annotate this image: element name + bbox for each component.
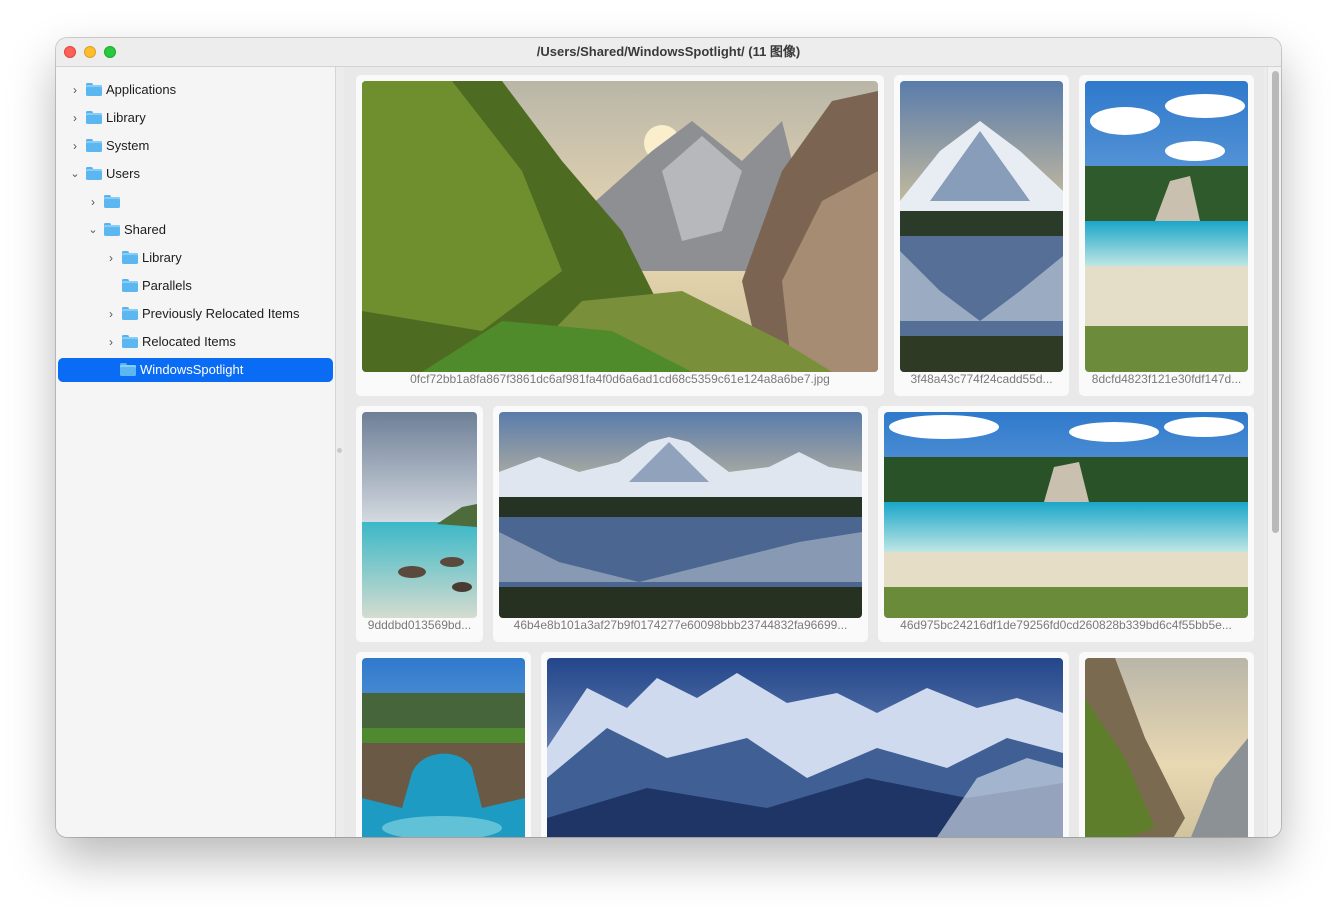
tree-item-shared[interactable]: ⌄ Shared: [58, 218, 333, 242]
tree-item-label: Parallels: [142, 278, 192, 293]
tree-item-previously-relocated[interactable]: › Previously Relocated Items: [58, 302, 333, 326]
tree-item-user-home[interactable]: ›: [58, 190, 333, 214]
tree-item-label: Library: [142, 250, 182, 265]
image-tile[interactable]: 8dcfd4823f121e30fdf147d...: [1079, 75, 1254, 396]
tree-item-label: Relocated Items: [142, 334, 236, 349]
image-tile[interactable]: [1079, 652, 1254, 837]
image-tile[interactable]: [356, 652, 531, 837]
image-tile[interactable]: 3f48a43c774f24cadd55d...: [894, 75, 1069, 396]
image-filename: 46b4e8b101a3af27b9f0174277e60098bbb23744…: [513, 618, 848, 632]
image-thumbnail[interactable]: [499, 412, 862, 618]
image-thumbnail[interactable]: [900, 81, 1063, 372]
folder-icon: [120, 363, 136, 376]
image-thumbnail[interactable]: [547, 658, 1063, 837]
folder-tree-sidebar: › Applications › Library › System ⌄ User…: [56, 67, 336, 837]
folder-icon: [122, 307, 138, 320]
folder-icon: [86, 167, 102, 180]
image-filename: 9dddbd013569bd...: [367, 618, 472, 632]
chevron-down-icon[interactable]: ⌄: [86, 218, 100, 242]
window-title: /Users/Shared/WindowsSpotlight/ (11 图像): [536, 44, 801, 59]
tree-item-label: WindowsSpotlight: [140, 362, 244, 377]
folder-icon: [104, 195, 120, 208]
tree-item-label: Applications: [106, 82, 177, 97]
image-thumbnail[interactable]: [884, 412, 1248, 618]
tree-item-parallels[interactable]: Parallels: [58, 274, 333, 298]
image-tile[interactable]: [541, 652, 1069, 837]
image-filename: 0fcf72bb1a8fa867f3861dc6af981fa4f0d6a6ad…: [410, 372, 830, 386]
folder-icon: [122, 251, 138, 264]
tree-item-label: Shared: [124, 222, 166, 237]
folder-icon: [86, 111, 102, 124]
scrollbar-thumb[interactable]: [1272, 71, 1279, 533]
chevron-right-icon[interactable]: ›: [104, 330, 118, 354]
tree-item-applications[interactable]: › Applications: [58, 78, 333, 102]
image-tile[interactable]: 0fcf72bb1a8fa867f3861dc6af981fa4f0d6a6ad…: [356, 75, 884, 396]
image-thumbnail[interactable]: [362, 412, 477, 618]
image-thumbnail[interactable]: [362, 81, 878, 372]
tree-item-label: Previously Relocated Items: [142, 306, 300, 321]
chevron-right-icon[interactable]: ›: [104, 246, 118, 270]
folder-icon: [104, 223, 120, 236]
gallery-scrollbar[interactable]: [1267, 67, 1281, 837]
image-thumbnail[interactable]: [1085, 658, 1248, 837]
folder-icon: [86, 139, 102, 152]
tree-item-shared-library[interactable]: › Library: [58, 246, 333, 270]
folder-icon: [122, 279, 138, 292]
chevron-right-icon[interactable]: ›: [68, 106, 82, 130]
chevron-right-icon[interactable]: ›: [104, 302, 118, 326]
tree-item-users[interactable]: ⌄ Users: [58, 162, 333, 186]
chevron-right-icon[interactable]: ›: [68, 134, 82, 158]
tree-item-relocated[interactable]: › Relocated Items: [58, 330, 333, 354]
image-filename: 8dcfd4823f121e30fdf147d...: [1091, 372, 1242, 386]
image-gallery[interactable]: 0fcf72bb1a8fa867f3861dc6af981fa4f0d6a6ad…: [344, 67, 1264, 837]
tree-item-windowsspotlight[interactable]: WindowsSpotlight: [58, 358, 333, 382]
chevron-right-icon[interactable]: ›: [86, 190, 100, 214]
image-thumbnail[interactable]: [1085, 81, 1248, 372]
tree-item-label: System: [106, 138, 150, 153]
tree-item-label: Library: [106, 110, 146, 125]
image-filename: 46d975bc24216df1de79256fd0cd260828b339bd…: [900, 618, 1232, 632]
chevron-down-icon[interactable]: ⌄: [68, 162, 82, 186]
title-bar: /Users/Shared/WindowsSpotlight/ (11 图像): [56, 38, 1281, 67]
app-window: /Users/Shared/WindowsSpotlight/ (11 图像) …: [56, 38, 1281, 837]
image-tile[interactable]: 9dddbd013569bd...: [356, 406, 483, 642]
tree-item-library[interactable]: › Library: [58, 106, 333, 130]
folder-icon: [122, 335, 138, 348]
image-filename: 3f48a43c774f24cadd55d...: [910, 372, 1053, 386]
image-tile[interactable]: 46b4e8b101a3af27b9f0174277e60098bbb23744…: [493, 406, 868, 642]
tree-item-label: Users: [106, 166, 140, 181]
split-view-divider-handle[interactable]: [337, 448, 342, 453]
tree-item-system[interactable]: › System: [58, 134, 333, 158]
chevron-right-icon[interactable]: ›: [68, 78, 82, 102]
image-thumbnail[interactable]: [362, 658, 525, 837]
folder-icon: [86, 83, 102, 96]
image-tile[interactable]: 46d975bc24216df1de79256fd0cd260828b339bd…: [878, 406, 1254, 642]
